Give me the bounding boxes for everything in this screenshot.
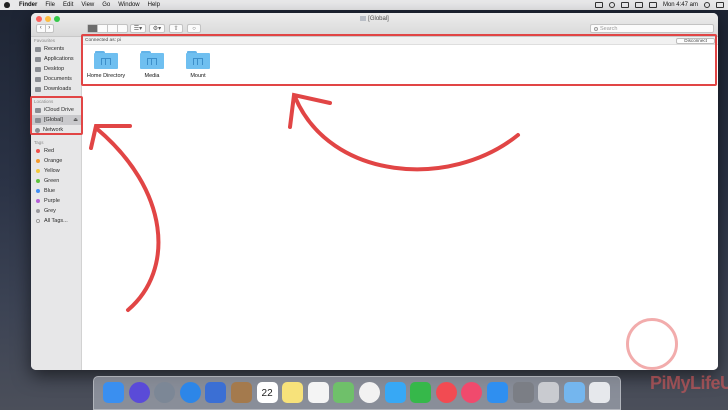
gallery-view-button[interactable] [117,25,127,32]
tag-color-dot-icon [36,199,40,203]
downloads-stack-dock-icon[interactable] [563,382,585,403]
sidebar-item-documents[interactable]: Documents [31,74,81,84]
file-browser: Connected as: pi Disconnect Home Directo… [83,37,718,370]
tag-label: Purple [44,198,60,204]
tag-color-dot-icon [36,169,40,173]
calendar-dock-icon[interactable]: 22 [256,382,278,403]
menubar-clock[interactable]: Mon 4:47 am [663,2,698,8]
tag-color-dot-icon [36,209,40,213]
watermark-text: PiMyLifeUp [650,373,728,393]
tag-color-dot-icon [36,159,40,163]
sidebar-item-downloads[interactable]: Downloads [31,84,81,94]
document-icon [35,76,41,82]
music-dock-icon[interactable] [461,382,483,403]
highlight-box-share-contents [81,34,717,86]
safari-dock-icon[interactable] [179,382,201,403]
column-view-button[interactable] [107,25,117,32]
icon-view-button[interactable] [88,25,97,32]
tag-color-dot-icon [36,189,40,193]
sidebar: Favourites Recents Applications Desktop … [31,37,82,370]
system-preferences-dock-icon[interactable] [512,382,534,403]
sidebar-tag-orange[interactable]: Orange [31,156,81,166]
desktop-icon [35,66,41,72]
sidebar-tag-alltags[interactable]: All Tags... [31,216,81,226]
search-placeholder: Search [600,25,618,32]
menu-file[interactable]: File [45,2,55,8]
sidebar-tag-purple[interactable]: Purple [31,196,81,206]
action-gear-button[interactable]: ⚙▾ [149,24,165,33]
menu-window[interactable]: Window [118,2,139,8]
reminders-dock-icon[interactable] [307,382,329,403]
tag-color-dot-icon [36,219,40,223]
facetime-dock-icon[interactable] [410,382,432,403]
menu-go[interactable]: Go [102,2,110,8]
share-button[interactable]: ⇧ [169,24,183,33]
sidebar-tag-yellow[interactable]: Yellow [31,166,81,176]
tag-label: Orange [44,158,63,164]
trash-dock-icon[interactable] [589,382,611,403]
time-machine-icon[interactable] [608,2,615,8]
server-icon [360,16,367,21]
sidebar-item-applications[interactable]: Applications [31,54,81,64]
tag-color-dot-icon [36,149,40,153]
tag-label: Grey [44,208,56,214]
maps-dock-icon[interactable] [333,382,355,403]
disk-utility-dock-icon[interactable] [538,382,560,403]
forward-button[interactable]: › [44,25,54,32]
volume-icon[interactable] [634,2,643,8]
search-icon [594,26,598,31]
menu-finder[interactable]: Finder [19,2,37,8]
sidebar-item-desktop[interactable]: Desktop [31,64,81,74]
apple-menu-icon[interactable] [4,2,10,8]
sidebar-tag-grey[interactable]: Grey [31,206,81,216]
highlight-box-locations [30,96,83,135]
search-field[interactable]: Search [590,24,714,33]
contacts-dock-icon[interactable] [231,382,252,403]
nav-button-group: ‹ › [36,24,54,33]
notification-center-icon[interactable] [716,2,724,8]
tag-color-dot-icon [36,179,40,183]
sidebar-tag-green[interactable]: Green [31,176,81,186]
menu-help[interactable]: Help [148,2,160,8]
group-by-button[interactable]: ☰▾ [130,24,146,33]
news-dock-icon[interactable] [435,382,457,403]
view-mode-group [87,24,128,33]
sidebar-tag-blue[interactable]: Blue [31,186,81,196]
sidebar-tag-red[interactable]: Red [31,146,81,156]
wifi-icon[interactable] [620,2,629,8]
tag-label: Yellow [44,168,60,174]
list-view-button[interactable] [97,25,107,32]
app-store-dock-icon[interactable] [487,382,508,403]
favourites-header: Favourites [34,38,56,43]
tag-label: All Tags... [44,218,68,224]
battery-icon[interactable] [648,2,657,8]
menu-edit[interactable]: Edit [63,2,73,8]
photo-app-dock-icon[interactable] [205,382,227,403]
back-button[interactable]: ‹ [37,25,45,32]
menu-bar: Finder File Edit View Go Window Help Mon… [0,0,728,10]
clock-icon [35,46,41,52]
watermark-logo [626,318,678,370]
launchpad-dock-icon[interactable] [154,382,176,403]
notes-dock-icon[interactable] [282,382,304,403]
messages-dock-icon[interactable] [384,382,406,403]
tag-label: Red [44,148,55,154]
menu-view[interactable]: View [81,2,94,8]
finder-dock-icon[interactable] [103,382,124,403]
dock: 22 [93,376,621,410]
photos-dock-icon[interactable] [359,382,380,403]
sidebar-item-recents[interactable]: Recents [31,44,81,54]
display-icon[interactable] [594,2,603,8]
siri-dock-icon[interactable] [128,382,150,403]
tags-header: Tags [34,140,44,145]
tag-label: Green [44,178,60,184]
tag-button[interactable]: ○ [187,24,201,33]
download-icon [35,86,41,92]
tag-label: Blue [44,188,56,194]
spotlight-icon[interactable] [704,2,710,8]
applications-icon [35,56,41,62]
window-title: [Global] [31,16,718,22]
